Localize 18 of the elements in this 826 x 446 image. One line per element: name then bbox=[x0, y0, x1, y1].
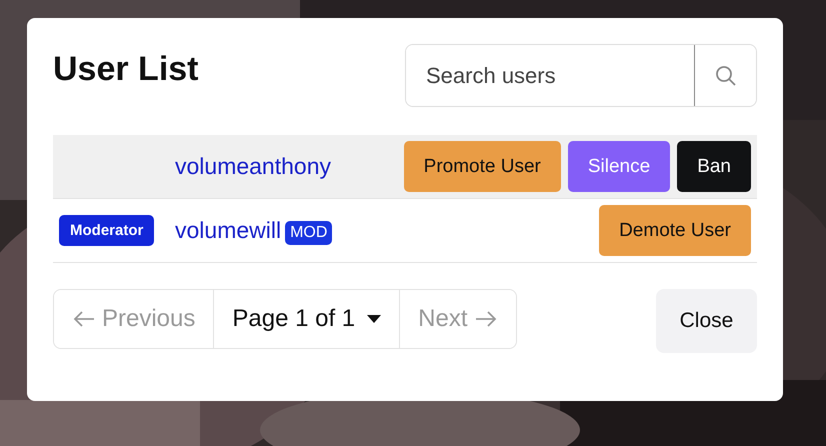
close-button[interactable]: Close bbox=[656, 289, 757, 353]
user-row[interactable]: volumeanthony Promote User Silence Ban bbox=[53, 135, 757, 199]
promote-button[interactable]: Promote User bbox=[404, 141, 561, 192]
silence-button[interactable]: Silence bbox=[568, 141, 670, 192]
ban-button[interactable]: Ban bbox=[677, 141, 751, 192]
search-button[interactable] bbox=[694, 45, 756, 106]
username-link[interactable]: volumeanthony bbox=[175, 153, 331, 180]
arrow-left-icon bbox=[72, 310, 96, 328]
search-field[interactable]: Search users bbox=[405, 44, 757, 107]
caret-icon bbox=[367, 315, 382, 323]
arrow-right-icon bbox=[474, 310, 498, 328]
mod-tag: MOD bbox=[285, 220, 332, 244]
user-row[interactable]: Moderator volumewill MOD Demote User bbox=[53, 199, 757, 263]
demote-button[interactable]: Demote User bbox=[599, 205, 751, 256]
search-icon bbox=[714, 64, 736, 86]
dialog-title: User List bbox=[53, 50, 198, 89]
username-link[interactable]: volumewill bbox=[175, 217, 282, 244]
role-badge: Moderator bbox=[59, 215, 154, 246]
